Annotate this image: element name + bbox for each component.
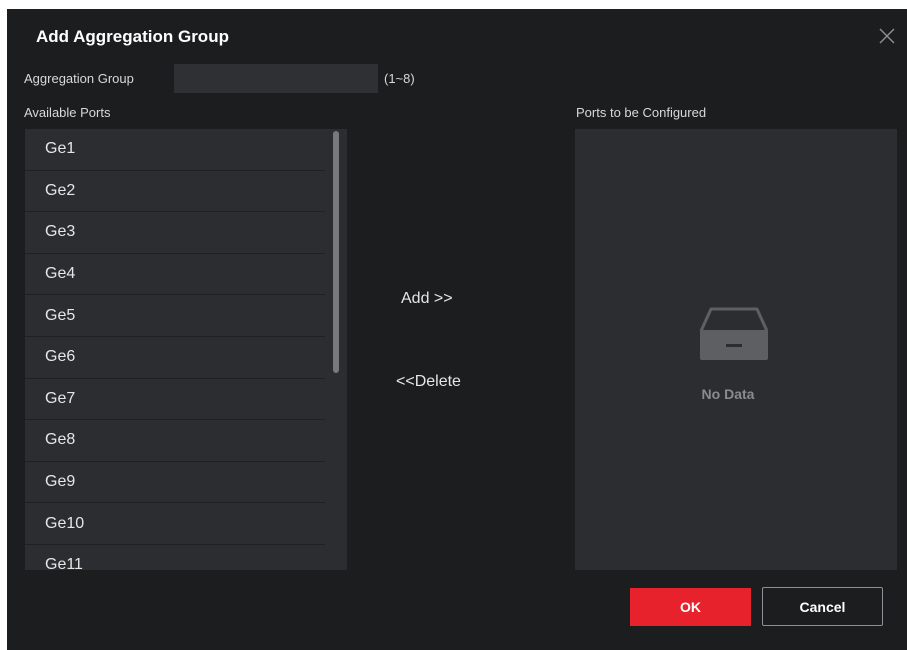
port-list-item[interactable]: Ge9 bbox=[25, 462, 325, 504]
available-ports-label: Available Ports bbox=[24, 105, 111, 120]
close-button[interactable] bbox=[877, 26, 897, 46]
port-list-item[interactable]: Ge7 bbox=[25, 379, 325, 421]
port-list-item[interactable]: Ge1 bbox=[25, 129, 325, 171]
delete-button[interactable]: <<Delete bbox=[396, 373, 461, 391]
ports-to-be-configured-list: No Data bbox=[575, 129, 897, 570]
add-aggregation-group-dialog: Add Aggregation Group Aggregation Group … bbox=[7, 9, 907, 650]
available-ports-scrollbar[interactable] bbox=[333, 131, 339, 373]
close-icon bbox=[879, 28, 895, 44]
port-list-item[interactable]: Ge4 bbox=[25, 254, 325, 296]
port-list-item[interactable]: Ge6 bbox=[25, 337, 325, 379]
port-list: Ge1 Ge2 Ge3 Ge4 Ge5 Ge6 Ge7 Ge8 Ge9 Ge10 Ge11 bbox=[25, 129, 347, 570]
empty-tray-icon bbox=[699, 307, 769, 360]
port-list-item[interactable]: Ge11 bbox=[25, 545, 325, 570]
port-list-item[interactable]: Ge2 bbox=[25, 171, 325, 213]
aggregation-group-label: Aggregation Group bbox=[24, 71, 134, 86]
aggregation-group-input[interactable] bbox=[174, 64, 378, 93]
cancel-button[interactable]: Cancel bbox=[762, 587, 883, 626]
ports-to-be-configured-label: Ports to be Configured bbox=[576, 105, 707, 120]
port-list-item[interactable]: Ge8 bbox=[25, 420, 325, 462]
dialog-title: Add Aggregation Group bbox=[36, 27, 229, 46]
port-list-item[interactable]: Ge10 bbox=[25, 503, 325, 545]
add-button[interactable]: Add >> bbox=[401, 290, 453, 308]
port-list-item[interactable]: Ge3 bbox=[25, 212, 325, 254]
port-list-item[interactable]: Ge5 bbox=[25, 295, 325, 337]
aggregation-group-range: (1~8) bbox=[384, 71, 415, 86]
ok-button[interactable]: OK bbox=[630, 588, 751, 626]
no-data-text: No Data bbox=[701, 386, 755, 402]
available-ports-list: Ge1 Ge2 Ge3 Ge4 Ge5 Ge6 Ge7 Ge8 Ge9 Ge10 Ge11 bbox=[25, 129, 347, 570]
